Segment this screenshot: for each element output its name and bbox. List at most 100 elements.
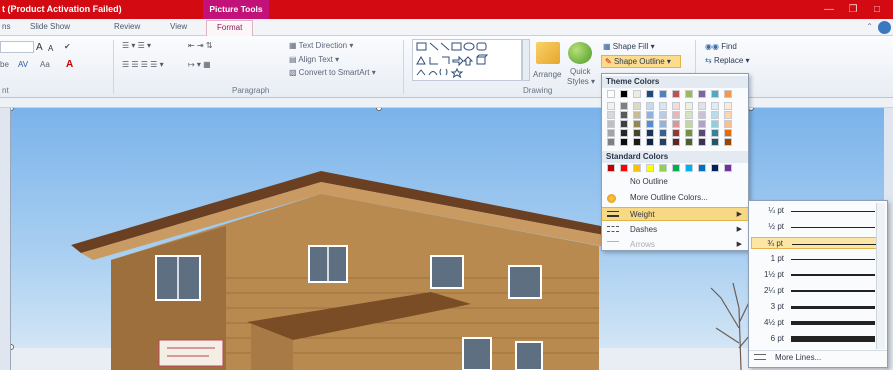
standard-color-swatch[interactable] — [711, 164, 719, 172]
theme-color-shade-swatch[interactable] — [698, 102, 706, 110]
theme-color-shade-swatch[interactable] — [711, 111, 719, 119]
bullets-icon[interactable]: ☰ ▾ ☰ ▾ — [122, 41, 151, 50]
theme-color-shade-swatch[interactable] — [698, 129, 706, 137]
standard-color-swatch[interactable] — [620, 164, 628, 172]
theme-color-shade-swatch[interactable] — [633, 111, 641, 119]
theme-color-shade-swatch[interactable] — [672, 120, 680, 128]
weight-option[interactable]: 6 pt — [751, 333, 877, 345]
standard-color-swatch[interactable] — [672, 164, 680, 172]
theme-color-shade-swatch[interactable] — [698, 111, 706, 119]
close-icon[interactable]: □ — [866, 2, 888, 17]
shape-fill-button[interactable]: ▦ Shape Fill ▾ — [603, 42, 655, 51]
restore-icon[interactable]: ❐ — [842, 2, 864, 17]
theme-color-shade-swatch[interactable] — [620, 138, 628, 146]
arrange-button[interactable]: Arrange — [533, 70, 561, 79]
indent-icon[interactable]: ⇤ ⇥ ⇅ — [188, 41, 213, 50]
align-text-button[interactable]: ▤ Align Text ▾ — [289, 55, 339, 64]
theme-color-swatch[interactable] — [607, 90, 615, 98]
theme-color-shade-swatch[interactable] — [659, 138, 667, 146]
theme-color-shade-swatch[interactable] — [620, 120, 628, 128]
theme-color-swatch[interactable] — [646, 90, 654, 98]
tab-slide-show[interactable]: Slide Show — [30, 22, 70, 31]
tab-format[interactable]: Format — [206, 20, 254, 37]
theme-color-shade-swatch[interactable] — [698, 120, 706, 128]
theme-color-shade-swatch[interactable] — [711, 138, 719, 146]
theme-color-shade-swatch[interactable] — [646, 129, 654, 137]
theme-color-shade-swatch[interactable] — [659, 111, 667, 119]
more-outline-colors-item[interactable]: More Outline Colors... — [602, 191, 748, 205]
standard-color-swatch[interactable] — [724, 164, 732, 172]
grow-font-icon[interactable]: A — [36, 42, 43, 53]
font-size-box[interactable] — [0, 41, 34, 53]
weight-item[interactable]: Weight ▶ — [602, 207, 748, 221]
theme-color-shade-swatch[interactable] — [672, 129, 680, 137]
theme-color-shade-swatch[interactable] — [724, 138, 732, 146]
clear-formatting-icon[interactable]: ✔ — [64, 42, 71, 51]
standard-color-swatch[interactable] — [698, 164, 706, 172]
more-lines-item[interactable]: More Lines... — [749, 350, 887, 366]
tab-animations[interactable]: ns — [2, 22, 10, 31]
theme-color-shade-swatch[interactable] — [672, 111, 680, 119]
theme-color-shade-swatch[interactable] — [646, 138, 654, 146]
theme-color-shade-swatch[interactable] — [646, 102, 654, 110]
theme-color-shade-swatch[interactable] — [724, 111, 732, 119]
tab-review[interactable]: Review — [114, 22, 140, 31]
shape-outline-button[interactable]: ✎ Shape Outline ▾ — [601, 55, 681, 68]
theme-color-swatch[interactable] — [659, 90, 667, 98]
standard-color-swatch[interactable] — [685, 164, 693, 172]
theme-color-shade-swatch[interactable] — [607, 138, 615, 146]
char-spacing-icon[interactable]: AV — [18, 60, 28, 69]
weight-option[interactable]: 1½ pt — [751, 269, 877, 281]
weight-option[interactable]: 2¼ pt — [751, 285, 877, 297]
shapes-gallery[interactable] — [412, 39, 522, 81]
theme-color-shade-swatch[interactable] — [685, 111, 693, 119]
theme-color-shade-swatch[interactable] — [607, 129, 615, 137]
theme-color-shade-swatch[interactable] — [646, 120, 654, 128]
theme-color-shade-swatch[interactable] — [659, 129, 667, 137]
standard-color-swatch[interactable] — [607, 164, 615, 172]
help-icon[interactable] — [878, 21, 891, 34]
theme-color-shade-swatch[interactable] — [646, 111, 654, 119]
theme-color-shade-swatch[interactable] — [672, 138, 680, 146]
theme-color-shade-swatch[interactable] — [685, 138, 693, 146]
weight-option[interactable]: ¼ pt — [751, 205, 877, 217]
font-color-icon[interactable]: A — [66, 59, 73, 70]
standard-color-swatch[interactable] — [659, 164, 667, 172]
theme-color-shade-swatch[interactable] — [607, 120, 615, 128]
shapes-gallery-more[interactable] — [522, 39, 530, 81]
theme-color-swatch[interactable] — [724, 90, 732, 98]
columns-icon[interactable]: ↦ ▾ ▦ — [188, 60, 211, 69]
theme-color-shade-swatch[interactable] — [659, 120, 667, 128]
weight-option[interactable]: 1 pt — [751, 253, 877, 265]
change-case-icon[interactable]: Aa — [40, 60, 50, 69]
shrink-font-icon[interactable]: A — [48, 44, 53, 53]
weight-option[interactable]: ½ pt — [751, 221, 877, 233]
weight-option[interactable]: 3 pt — [751, 301, 877, 313]
theme-color-swatch[interactable] — [633, 90, 641, 98]
dashes-item[interactable]: Dashes ▶ — [602, 223, 748, 237]
theme-color-shade-swatch[interactable] — [724, 129, 732, 137]
theme-color-shade-swatch[interactable] — [607, 111, 615, 119]
weight-option[interactable]: ¾ pt — [751, 237, 877, 249]
weight-scrollbar[interactable] — [876, 203, 885, 349]
theme-color-swatch[interactable] — [620, 90, 628, 98]
quick-styles-button[interactable]: Quick — [570, 67, 590, 76]
convert-smartart-button[interactable]: ▧ Convert to SmartArt ▾ — [289, 68, 376, 77]
theme-color-shade-swatch[interactable] — [633, 120, 641, 128]
theme-color-swatch[interactable] — [711, 90, 719, 98]
theme-color-shade-swatch[interactable] — [633, 129, 641, 137]
theme-color-shade-swatch[interactable] — [620, 111, 628, 119]
theme-color-shade-swatch[interactable] — [698, 138, 706, 146]
replace-button[interactable]: ⇆ Replace ▾ — [705, 56, 750, 65]
find-button[interactable]: ◉◉ Find — [705, 42, 737, 51]
theme-color-shade-swatch[interactable] — [607, 102, 615, 110]
theme-color-shade-swatch[interactable] — [685, 129, 693, 137]
theme-color-shade-swatch[interactable] — [685, 102, 693, 110]
theme-color-swatch[interactable] — [672, 90, 680, 98]
theme-color-shade-swatch[interactable] — [672, 102, 680, 110]
theme-color-swatch[interactable] — [685, 90, 693, 98]
align-icons[interactable]: ☰ ☰ ☰ ☰ ▾ — [122, 60, 164, 69]
standard-color-swatch[interactable] — [646, 164, 654, 172]
tab-view[interactable]: View — [170, 22, 187, 31]
quick-styles-button-line2[interactable]: Styles ▾ — [567, 77, 595, 86]
